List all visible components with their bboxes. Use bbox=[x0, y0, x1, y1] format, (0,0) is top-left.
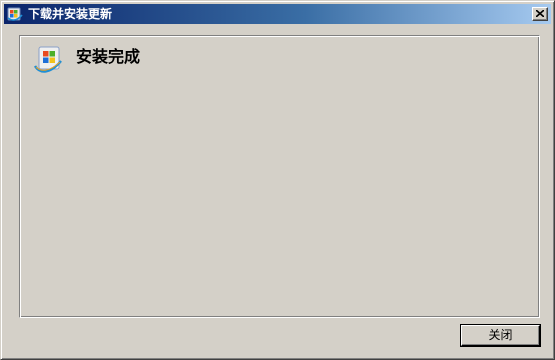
close-icon bbox=[536, 10, 544, 17]
windows-update-large-icon bbox=[33, 45, 62, 75]
window-title: 下载并安装更新 bbox=[28, 7, 113, 21]
install-status-text: 安装完成 bbox=[76, 47, 141, 66]
windows-update-icon bbox=[7, 6, 23, 22]
status-panel: 安装完成 bbox=[19, 35, 540, 318]
title-bar[interactable]: 下载并安装更新 bbox=[4, 4, 551, 24]
update-dialog-window: 下载并安装更新 安装完成 关闭 bbox=[0, 0, 555, 360]
title-close-button[interactable] bbox=[532, 7, 548, 21]
close-button[interactable]: 关闭 bbox=[461, 325, 540, 346]
